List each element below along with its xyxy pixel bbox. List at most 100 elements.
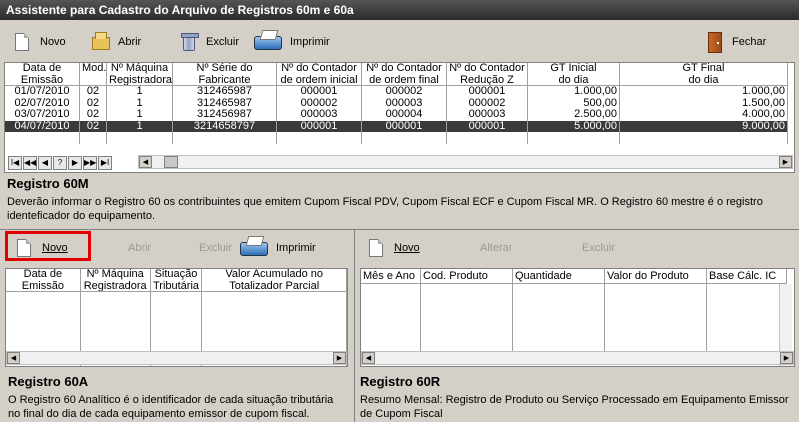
trash-icon [186,237,193,259]
column-header[interactable]: Nº do Contador [362,63,447,75]
column-header[interactable]: Cod. Produto [421,269,513,284]
table-cell: 000003 [277,109,362,121]
scroll-right-icon[interactable]: ▶ [779,156,792,168]
column-header[interactable]: Emissão [5,74,80,86]
imprimir-60a-button[interactable]: Imprimir [236,235,322,261]
column-header[interactable]: do dia [620,74,788,86]
column-header[interactable]: Data de [5,63,80,75]
excluir-60r-button[interactable]: Excluir [562,235,632,261]
column-header[interactable] [80,74,107,86]
column-header[interactable]: Redução Z [447,74,528,86]
next-record-icon[interactable]: ▶ [68,155,82,170]
horizontal-scrollbar-60a[interactable]: ◀ ▶ [6,351,347,365]
abrir-60a-label: Abrir [128,242,152,254]
column-header[interactable]: Valor do Produto [605,269,707,284]
scroll-left-icon[interactable]: ◀ [7,352,20,364]
table-row[interactable]: 04/07/2010 02 1 3214658797 000001 000001 00000… [5,120,794,132]
abrir-60a-button[interactable]: Abrir [96,235,182,261]
column-header[interactable]: Nº Máquina [80,269,151,281]
table-cell [107,132,173,144]
table-row[interactable]: 01/07/2010 02 1 312465987 000001 000002 000001… [5,86,794,98]
table-cell [80,132,107,144]
column-header[interactable]: GT Inicial [528,63,620,75]
excluir-60a-button[interactable]: Excluir [182,235,236,261]
scroll-left-icon[interactable]: ◀ [362,352,375,364]
table-cell: 1 [107,109,173,121]
novo-60a-button[interactable]: Novo [10,235,86,261]
table-cell: 02 [80,86,107,98]
column-header[interactable]: Valor Acumulado no [202,269,347,281]
prior-record-icon[interactable]: ◀ [38,155,52,170]
registro-60r-text: Resumo Mensal: Registro de Produto ou Se… [360,394,789,420]
folder-icon [100,237,122,259]
registro-60m-title: Registro 60M [7,176,89,191]
first-record-icon[interactable]: I◀ [8,155,22,170]
column-header[interactable]: Totalizador Parcial [202,280,347,292]
grid-header-row: Emissão Registradora Fabricante de ordem in… [5,74,794,86]
table-row[interactable]: 02/07/2010 02 1 312465987 000002 000003 000002… [5,97,794,109]
new-document-icon [14,237,36,259]
column-header[interactable]: Nº Máquina [107,63,173,75]
column-header[interactable]: Tributária [150,280,203,292]
table-cell: 4.000,00 [620,109,788,121]
novo-60r-button[interactable]: Novo [362,235,452,261]
column-header[interactable]: de ordem inicial [277,74,362,86]
excluir-60a-label: Excluir [198,242,232,254]
alterar-60r-button[interactable]: Alterar [476,235,562,261]
column-header[interactable]: Fabricante [173,74,277,86]
next-page-icon[interactable]: ▶▶ [83,155,97,170]
scroll-right-icon[interactable]: ▶ [333,352,346,364]
abrir-button[interactable]: Abrir [86,29,174,55]
column-header[interactable]: de ordem final [362,74,447,86]
table-cell: 1 [107,86,173,98]
column-header[interactable]: Mês e Ano [361,269,421,284]
column-header[interactable]: Registradora [80,280,151,292]
table-row-empty [5,132,794,144]
scroll-right-icon[interactable]: ▶ [780,352,793,364]
trash-icon [178,31,200,53]
last-record-icon[interactable]: ▶I [98,155,112,170]
column-header[interactable]: Data de [6,269,81,281]
table-cell: 000001 [447,86,528,98]
imprimir-button[interactable]: Imprimir [250,29,336,55]
horizontal-scrollbar[interactable]: ◀ ▶ [138,155,793,169]
new-document-icon [366,237,388,259]
column-header[interactable]: Nº do Contador [277,63,362,75]
novo-button[interactable]: Novo [8,29,72,55]
table-cell [5,132,80,144]
fechar-button[interactable]: Fechar [700,29,770,55]
table-cell: 02 [80,120,107,132]
column-header[interactable]: Emissão [6,280,81,292]
column-header[interactable]: Nº Série do [173,63,277,75]
column-header[interactable]: Registradora [107,74,173,86]
column-header[interactable]: GT Final [620,63,788,75]
printer-icon [240,237,270,259]
table-cell: 02/07/2010 [5,97,80,109]
table-row[interactable]: 03/07/2010 02 1 312456987 000003 000004 000003… [5,109,794,121]
registro-60a-text: O Registro 60 Analítico é o identificado… [8,394,334,420]
abrir-label: Abrir [118,36,142,48]
imprimir-label: Imprimir [290,36,330,48]
horizontal-scrollbar-60r[interactable]: ◀ ▶ [361,351,794,365]
excluir-button[interactable]: Excluir [174,29,250,55]
registro-60m-text: Deverão informar o Registro 60 os contri… [7,196,763,222]
help-icon[interactable]: ? [53,155,67,170]
window-title: Assistente para Cadastro do Arquivo de R… [0,0,799,20]
column-header[interactable]: Quantidade [513,269,605,284]
folder-icon [90,31,112,53]
column-header[interactable]: Mod. [80,63,107,75]
grid-header-row: Data de Nº Máquina Situação Valor Acumulado… [6,269,347,281]
table-cell: 000002 [362,86,447,98]
registro-60r-description: Registro 60R Resumo Mensal: Registro de … [360,375,790,421]
novo-label: Novo [40,36,66,48]
column-header[interactable]: Situação [150,269,203,281]
column-header[interactable]: Nº do Contador [447,63,528,75]
scroll-thumb[interactable] [164,156,178,168]
table-cell: 1.000,00 [620,86,788,98]
column-header[interactable]: Base Cálc. IC [707,269,787,284]
table-cell: 1 [107,120,173,132]
prior-page-icon[interactable]: ◀◀ [23,155,37,170]
column-header[interactable]: do dia [528,74,620,86]
table-cell: 02 [80,97,107,109]
scroll-left-icon[interactable]: ◀ [139,156,152,168]
